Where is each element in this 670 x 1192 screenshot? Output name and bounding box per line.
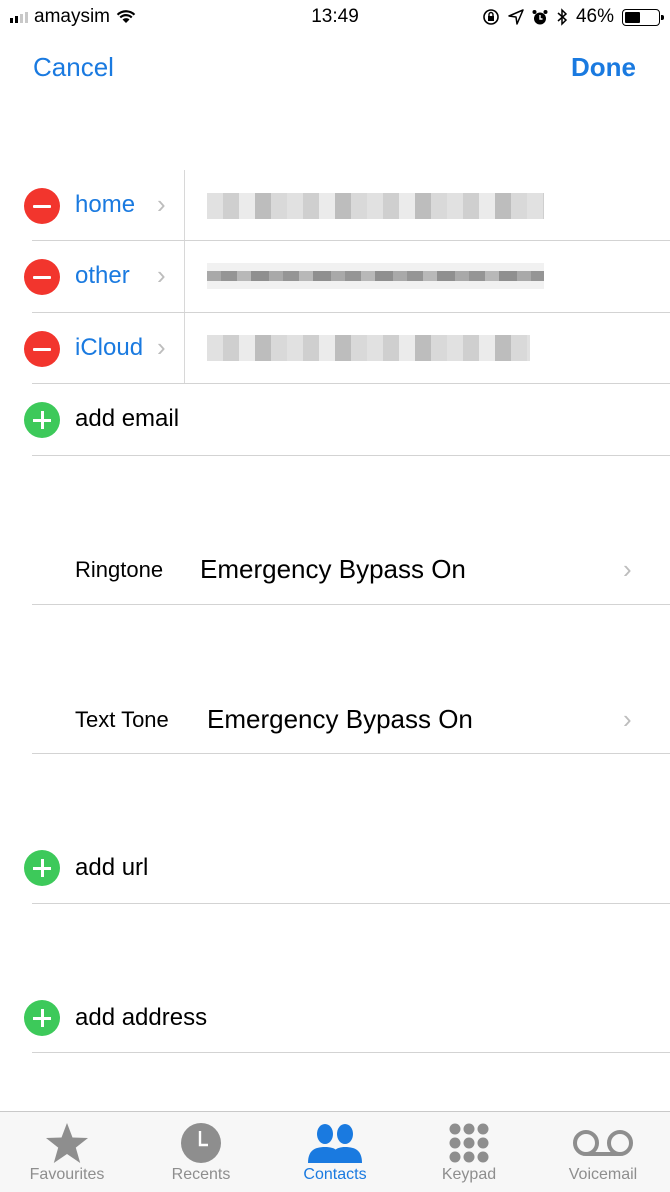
plus-icon — [33, 859, 51, 877]
chevron-right-icon: › — [157, 189, 166, 219]
email-label-selector[interactable]: other — [75, 262, 130, 290]
delete-email-button[interactable] — [24, 259, 60, 295]
star-icon — [46, 1123, 88, 1163]
contacts-icon — [308, 1124, 362, 1163]
separator — [32, 903, 670, 904]
email-row-other[interactable]: other › — [0, 241, 670, 312]
divider — [184, 313, 185, 384]
text-tone-row[interactable]: Text Tone Emergency Bypass On › — [0, 684, 670, 754]
add-email-row[interactable]: add email — [0, 384, 670, 455]
add-email-button[interactable] — [24, 402, 60, 438]
tab-label: Voicemail — [568, 1166, 638, 1183]
alarm-icon — [532, 9, 548, 24]
add-address-button[interactable] — [24, 1000, 60, 1036]
email-row-icloud[interactable]: iCloud › — [0, 313, 670, 384]
tab-keypad[interactable]: Keypad — [402, 1120, 536, 1184]
add-url-button[interactable] — [24, 850, 60, 886]
add-address-row[interactable]: add address — [0, 983, 670, 1053]
add-url-label: add url — [75, 854, 149, 881]
tab-label: Keypad — [441, 1166, 497, 1183]
location-icon — [508, 9, 524, 25]
add-url-row[interactable]: add url — [0, 833, 670, 903]
divider — [184, 170, 185, 241]
email-row-home[interactable]: home › — [0, 170, 670, 241]
chevron-right-icon: › — [157, 332, 166, 362]
plus-icon — [33, 1009, 51, 1027]
keypad-icon — [449, 1123, 489, 1163]
minus-icon — [33, 347, 51, 351]
email-value-field[interactable] — [207, 335, 530, 361]
text-tone-value: Emergency Bypass On — [207, 704, 473, 734]
minus-icon — [33, 275, 51, 279]
ringtone-row[interactable]: Ringtone Emergency Bypass On › — [0, 534, 670, 604]
email-value-field[interactable] — [207, 263, 544, 289]
battery-icon — [622, 8, 664, 26]
tab-label: Recents — [171, 1166, 231, 1183]
separator — [32, 753, 670, 754]
text-tone-label: Text Tone — [75, 707, 169, 732]
email-label-selector[interactable]: iCloud — [75, 334, 143, 362]
email-value-field[interactable] — [207, 193, 544, 219]
ringtone-value: Emergency Bypass On — [200, 554, 466, 584]
separator — [32, 1052, 670, 1053]
tab-label: Favourites — [29, 1166, 105, 1183]
done-button[interactable]: Done — [571, 52, 636, 83]
tab-voicemail[interactable]: Voicemail — [536, 1120, 670, 1184]
bluetooth-icon — [557, 8, 568, 26]
delete-email-button[interactable] — [24, 188, 60, 224]
add-address-label: add address — [75, 1004, 208, 1031]
ringtone-label: Ringtone — [75, 557, 164, 582]
divider — [184, 241, 185, 312]
separator — [32, 604, 670, 605]
tab-recents[interactable]: Recents — [134, 1120, 268, 1184]
delete-email-button[interactable] — [24, 331, 60, 367]
voicemail-icon — [573, 1130, 633, 1156]
tab-contacts[interactable]: Contacts — [268, 1120, 402, 1184]
orientation-lock-icon — [483, 9, 499, 25]
status-right: 46% — [482, 6, 664, 28]
battery-percent: 46% — [575, 6, 614, 27]
chevron-right-icon: › — [623, 554, 632, 584]
separator — [32, 455, 670, 456]
email-label-selector[interactable]: home — [75, 191, 135, 219]
chevron-right-icon: › — [157, 260, 166, 290]
clock-icon — [181, 1123, 221, 1163]
status-bar: amaysim 13:49 46% — [0, 0, 670, 36]
chevron-right-icon: › — [623, 704, 632, 734]
minus-icon — [33, 204, 51, 208]
add-email-label: add email — [75, 405, 180, 432]
plus-icon — [33, 411, 51, 429]
tab-label: Contacts — [303, 1166, 367, 1183]
tab-bar: Favourites Recents Contacts Keypad Voice… — [0, 1111, 670, 1192]
tab-favourites[interactable]: Favourites — [0, 1120, 134, 1184]
cancel-button[interactable]: Cancel — [33, 52, 114, 83]
